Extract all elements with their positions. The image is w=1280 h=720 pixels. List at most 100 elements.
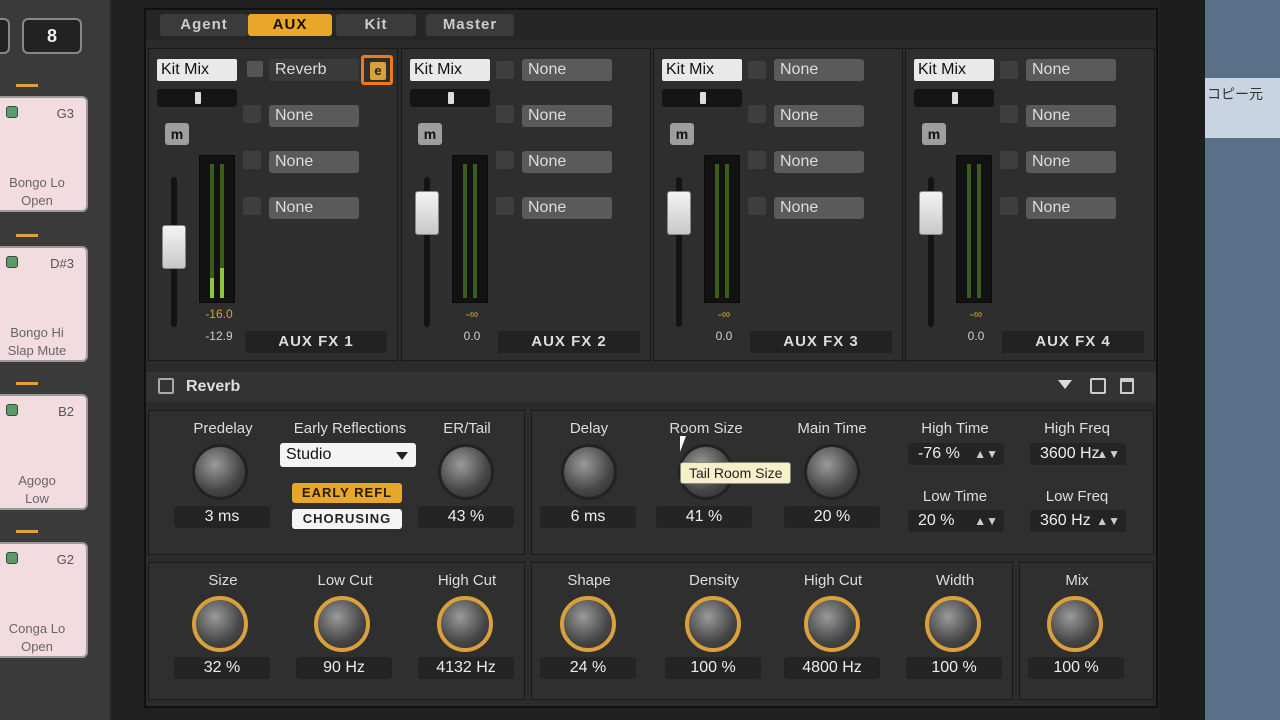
reverb-menu-icon[interactable] xyxy=(158,378,174,394)
fx-slot[interactable]: None xyxy=(1026,59,1116,81)
preset-dropdown-icon[interactable] xyxy=(1058,380,1072,389)
mute-button[interactable]: m xyxy=(418,123,442,145)
low-time-spinner[interactable]: 20 % ▲▼ xyxy=(908,510,1004,532)
top-left-button[interactable]: 8 xyxy=(22,18,82,54)
fx-slot[interactable]: None xyxy=(1026,105,1116,127)
input-select[interactable]: Kit Mix xyxy=(410,59,490,81)
mute-button[interactable]: m xyxy=(922,123,946,145)
slot-toggle[interactable] xyxy=(496,151,514,169)
density-knob[interactable] xyxy=(685,596,741,652)
slot-toggle[interactable] xyxy=(243,105,261,123)
small-button[interactable] xyxy=(0,18,10,54)
high-cut-value[interactable]: 4132 Hz xyxy=(418,657,514,679)
low-freq-spinner[interactable]: 360 Hz ▲▼ xyxy=(1030,510,1126,532)
edit-button-highlight[interactable]: e xyxy=(361,55,393,85)
fx-slot[interactable]: None xyxy=(774,151,864,173)
size-value[interactable]: 32 % xyxy=(174,657,270,679)
width-knob[interactable] xyxy=(925,596,981,652)
low-cut-value[interactable]: 90 Hz xyxy=(296,657,392,679)
slot-toggle[interactable] xyxy=(1000,197,1018,215)
delay-knob[interactable] xyxy=(561,444,617,500)
size-knob[interactable] xyxy=(192,596,248,652)
volume-fader[interactable] xyxy=(415,191,439,235)
volume-fader[interactable] xyxy=(162,225,186,269)
slot-toggle[interactable] xyxy=(748,197,766,215)
fx-slot[interactable]: None xyxy=(522,197,612,219)
tab-aux[interactable]: AUX xyxy=(248,14,332,36)
mix-knob[interactable] xyxy=(1047,596,1103,652)
fx-slot[interactable]: None xyxy=(774,59,864,81)
slot-toggle[interactable] xyxy=(748,105,766,123)
room-size-value[interactable]: 41 % xyxy=(656,506,752,528)
tab-agent[interactable]: Agent xyxy=(160,14,248,36)
slot-toggle[interactable] xyxy=(496,105,514,123)
main-time-value[interactable]: 20 % xyxy=(784,506,880,528)
density-value[interactable]: 100 % xyxy=(665,657,761,679)
drum-pad[interactable]: G3 Bongo Lo Open xyxy=(0,96,88,212)
drum-pad[interactable]: D#3 Bongo Hi Slap Mute xyxy=(0,246,88,362)
high-cut-knob[interactable] xyxy=(437,596,493,652)
slot-toggle[interactable] xyxy=(748,61,766,79)
pan-slider[interactable] xyxy=(662,89,742,107)
fx-slot[interactable]: None xyxy=(522,105,612,127)
slot-toggle[interactable] xyxy=(1000,151,1018,169)
input-select[interactable]: Kit Mix xyxy=(914,59,994,81)
low-cut-knob[interactable] xyxy=(314,596,370,652)
predelay-value[interactable]: 3 ms xyxy=(174,506,270,528)
high-freq-label: High Freq xyxy=(1044,420,1110,437)
early-refl-button[interactable]: EARLY REFL xyxy=(292,483,402,503)
volume-fader[interactable] xyxy=(667,191,691,235)
fx-slot[interactable]: None xyxy=(1026,151,1116,173)
pan-slider[interactable] xyxy=(157,89,237,107)
high-time-spinner[interactable]: -76 % ▲▼ xyxy=(908,443,1004,465)
er-tail-value[interactable]: 43 % xyxy=(418,506,514,528)
save-icon[interactable] xyxy=(1090,378,1106,394)
fx-slot[interactable]: None xyxy=(1026,197,1116,219)
fx-slot[interactable]: None xyxy=(774,105,864,127)
slot-toggle[interactable] xyxy=(1000,105,1018,123)
slot-toggle[interactable] xyxy=(496,61,514,79)
volume-fader[interactable] xyxy=(919,191,943,235)
fx-slot[interactable]: None xyxy=(269,105,359,127)
high-freq-spinner[interactable]: 3600 Hz ▲▼ xyxy=(1030,443,1126,465)
fx-slot[interactable]: None xyxy=(522,59,612,81)
high-cut-2-value[interactable]: 4800 Hz xyxy=(784,657,880,679)
slot-toggle[interactable] xyxy=(748,151,766,169)
spinner-arrows-icon: ▲▼ xyxy=(1096,447,1120,461)
fx-slot[interactable]: None xyxy=(269,151,359,173)
er-tail-knob[interactable] xyxy=(438,444,494,500)
mute-button[interactable]: m xyxy=(165,123,189,145)
slot-toggle[interactable] xyxy=(243,197,261,215)
drum-pad[interactable]: G2 Conga Lo Open xyxy=(0,542,88,658)
input-select[interactable]: Kit Mix xyxy=(157,59,237,81)
pan-slider[interactable] xyxy=(914,89,994,107)
predelay-knob[interactable] xyxy=(192,444,248,500)
mix-value[interactable]: 100 % xyxy=(1028,657,1124,679)
width-value[interactable]: 100 % xyxy=(906,657,1002,679)
fx-slot[interactable]: None xyxy=(269,197,359,219)
delay-value[interactable]: 6 ms xyxy=(540,506,636,528)
high-cut-2-knob[interactable] xyxy=(804,596,860,652)
aux-name: AUX FX 2 xyxy=(498,331,640,353)
fx-slot[interactable]: None xyxy=(522,151,612,173)
menu-icon[interactable] xyxy=(247,61,263,77)
input-select[interactable]: Kit Mix xyxy=(662,59,742,81)
trash-icon[interactable] xyxy=(1120,378,1134,394)
pan-slider[interactable] xyxy=(410,89,490,107)
fx-slot[interactable]: Reverb xyxy=(269,59,359,81)
early-reflections-select[interactable]: Studio xyxy=(280,443,416,467)
slot-toggle[interactable] xyxy=(496,197,514,215)
slot-toggle[interactable] xyxy=(243,151,261,169)
shape-value[interactable]: 24 % xyxy=(540,657,636,679)
main-time-knob[interactable] xyxy=(804,444,860,500)
fx-slot[interactable]: None xyxy=(774,197,864,219)
tab-kit[interactable]: Kit xyxy=(336,14,416,36)
drum-pad[interactable]: B2 Agogo Low xyxy=(0,394,88,510)
tab-master[interactable]: Master xyxy=(426,14,514,36)
chorusing-button[interactable]: CHORUSING xyxy=(292,509,402,529)
shape-knob[interactable] xyxy=(560,596,616,652)
mute-button[interactable]: m xyxy=(670,123,694,145)
reverb-header xyxy=(146,372,1156,402)
delay-label: Delay xyxy=(569,420,609,437)
slot-toggle[interactable] xyxy=(1000,61,1018,79)
